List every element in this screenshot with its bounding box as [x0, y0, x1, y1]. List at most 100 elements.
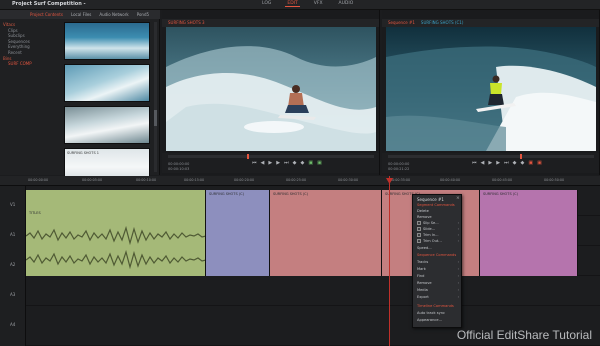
track-label-a3[interactable]: A3 — [10, 292, 15, 297]
prev-frame-icon[interactable]: ⏮ — [472, 161, 477, 166]
tab-project-contents[interactable]: Project Contents — [30, 12, 63, 17]
menu-item-mark[interactable]: Mark › — [417, 267, 461, 271]
track-label-a1[interactable]: A1 — [10, 232, 15, 237]
sequence-name: Sequence #1 — [388, 20, 415, 25]
watermark-text: Official EditShare Tutorial — [456, 328, 592, 342]
project-scrollbar-thumb[interactable] — [154, 110, 157, 126]
checkbox-icon[interactable] — [417, 221, 421, 225]
mark-out-icon[interactable]: ◆ — [520, 161, 524, 166]
clip-label: SURFING SHOTS (C) — [273, 192, 308, 196]
menu-item-trim-out[interactable]: Trim Out... › — [417, 239, 461, 243]
timeline-clip[interactable]: TITLES — [26, 190, 206, 276]
track-a3[interactable] — [26, 276, 600, 306]
source-scrub-bar[interactable] — [168, 155, 374, 158]
play-icon[interactable]: ▶ — [488, 161, 492, 166]
track-label-a4[interactable]: A4 — [10, 322, 15, 327]
record-playhead[interactable] — [520, 154, 522, 159]
mark-in-icon[interactable]: ◆ — [513, 161, 517, 166]
tab-local-files[interactable]: Local Files — [71, 12, 91, 17]
chevron-right-icon: › — [457, 260, 459, 264]
insert-icon[interactable]: ▣ — [308, 161, 313, 166]
play-icon[interactable]: ▶ — [268, 161, 272, 166]
menu-item-tracks[interactable]: Tracks › — [417, 260, 461, 264]
record-scrub-bar[interactable] — [388, 155, 594, 158]
project-title: Project Surf Competition - — [12, 1, 86, 7]
clip-label: SURFING SHOTS (C) — [483, 192, 518, 196]
source-transport-controls: ⏮ ◀ ▶ ▶ ⏭ ◆ ◆ ▣ ▣ — [252, 161, 322, 166]
menu-item-delete[interactable]: Delete — [417, 209, 461, 213]
tab-vfx[interactable]: VFX — [312, 1, 325, 7]
record-transport-controls: ⏮ ◀ ▶ ▶ ⏭ ◆ ◆ ▣ ▣ — [472, 161, 542, 166]
tab-log[interactable]: LOG — [260, 1, 273, 7]
record-viewer: Sequence #1 SURFING SHOTS (C1) 00:00:00:… — [382, 10, 600, 175]
project-scrollbar[interactable] — [154, 22, 157, 172]
close-icon[interactable]: × — [456, 196, 460, 201]
menu-item-media[interactable]: Media › — [417, 288, 461, 292]
tab-pond5[interactable]: Pond5 — [137, 12, 149, 17]
prev-frame-icon[interactable]: ⏮ — [252, 161, 257, 166]
ruler-tick-label: 00:00:15:00 — [184, 178, 205, 182]
tree-item-surf-comp[interactable]: SURF COMP — [3, 61, 61, 67]
source-playhead[interactable] — [247, 154, 249, 159]
mark-out-icon[interactable]: ◆ — [300, 161, 304, 166]
record-timecode-out: 00:00:21:22 — [388, 167, 410, 171]
audio-waveform — [26, 225, 205, 270]
chevron-right-icon: › — [457, 295, 459, 299]
source-video-frame[interactable] — [166, 27, 376, 151]
menu-item-appearance[interactable]: Appearance... — [417, 318, 461, 322]
source-viewer: SURFING SHOTS 3 00:00:00:00 ⏮ ◀ ▶ ▶ ⏭ ◆ … — [162, 10, 380, 175]
context-menu-title: Sequence #1 — [417, 197, 444, 202]
record-transport-bar: 00:00:00:00 ⏮ ◀ ▶ ▶ ⏭ ◆ ◆ ▣ ▣ 00:00:21:2… — [382, 153, 599, 173]
clip-thumbnail[interactable] — [64, 106, 150, 144]
menu-item-slide[interactable]: Slide... › — [417, 227, 461, 231]
menu-item-export[interactable]: Export › — [417, 295, 461, 299]
ruler-tick-label: 00:00:00:00 — [28, 178, 49, 182]
track-label-a2[interactable]: A2 — [10, 262, 15, 267]
timeline-clip[interactable]: SURFING SHOTS (C) — [270, 190, 382, 276]
source-clip-title: SURFING SHOTS 3 — [168, 20, 205, 25]
timeline-ruler[interactable]: 00:00:00:00 00:00:05:00 00:00:10:00 00:0… — [0, 176, 600, 186]
record-video-frame[interactable] — [386, 27, 596, 151]
chevron-right-icon: › — [457, 221, 459, 225]
track-headers: V1 A1 A2 A3 A4 — [0, 186, 26, 346]
clip-thumbnail[interactable] — [64, 64, 150, 102]
next-frame-icon[interactable]: ⏭ — [504, 161, 509, 166]
timeline-playhead[interactable] — [389, 176, 390, 346]
sequence-context-menu: Sequence #1 × Segment Commands Delete Re… — [412, 194, 462, 328]
tab-audio-network[interactable]: Audio Network — [99, 12, 128, 17]
forward-icon[interactable]: ▶ — [496, 161, 500, 166]
lift-icon[interactable]: ▣ — [528, 161, 533, 166]
checkbox-icon[interactable] — [417, 233, 421, 237]
ruler-tick-label: 00:00:05:00 — [82, 178, 103, 182]
menu-item-slip[interactable]: Slip Se... › — [417, 221, 461, 225]
overwrite-icon[interactable]: ▣ — [317, 161, 322, 166]
menu-item-remove-sub[interactable]: Remove › — [417, 281, 461, 285]
tab-edit[interactable]: EDIT — [285, 1, 300, 7]
menu-item-trim-in[interactable]: Trim In... › — [417, 233, 461, 237]
menu-item-speed[interactable]: Speed... — [417, 246, 461, 250]
mark-in-icon[interactable]: ◆ — [293, 161, 297, 166]
project-panel: Project Contents Local Files Audio Netwo… — [0, 10, 160, 182]
next-frame-icon[interactable]: ⏭ — [284, 161, 289, 166]
menu-item-remove[interactable]: Remove — [417, 215, 461, 219]
timeline-clip[interactable]: SURFING SHOTS (C) — [480, 190, 578, 276]
rewind-icon[interactable]: ◀ — [261, 161, 265, 166]
menu-item-find[interactable]: Find › — [417, 274, 461, 278]
forward-icon[interactable]: ▶ — [276, 161, 280, 166]
record-timecode-in: 00:00:00:00 — [388, 162, 410, 166]
clip-thumbnails: SURFING SHOTS 1 — [64, 22, 152, 182]
surfing-frame-image — [166, 27, 376, 151]
track-label-v1[interactable]: V1 — [10, 202, 15, 207]
source-timecode-out: 00:00:10:03 — [168, 167, 190, 171]
clip-thumbnail[interactable] — [64, 22, 150, 60]
tab-audio[interactable]: AUDIO — [337, 1, 356, 7]
clip-label: TITLES — [29, 211, 41, 215]
ruler-tick-label: 00:00:45:00 — [492, 178, 513, 182]
checkbox-icon[interactable] — [417, 227, 421, 231]
sequence-clip-name: SURFING SHOTS (C1) — [420, 20, 464, 25]
rewind-icon[interactable]: ◀ — [481, 161, 485, 166]
extract-icon[interactable]: ▣ — [537, 161, 542, 166]
timeline-clip[interactable]: SURFING SHOTS (C) — [206, 190, 270, 276]
checkbox-icon[interactable] — [417, 239, 421, 243]
menu-item-auto-track-sync[interactable]: Auto track sync — [417, 311, 461, 315]
